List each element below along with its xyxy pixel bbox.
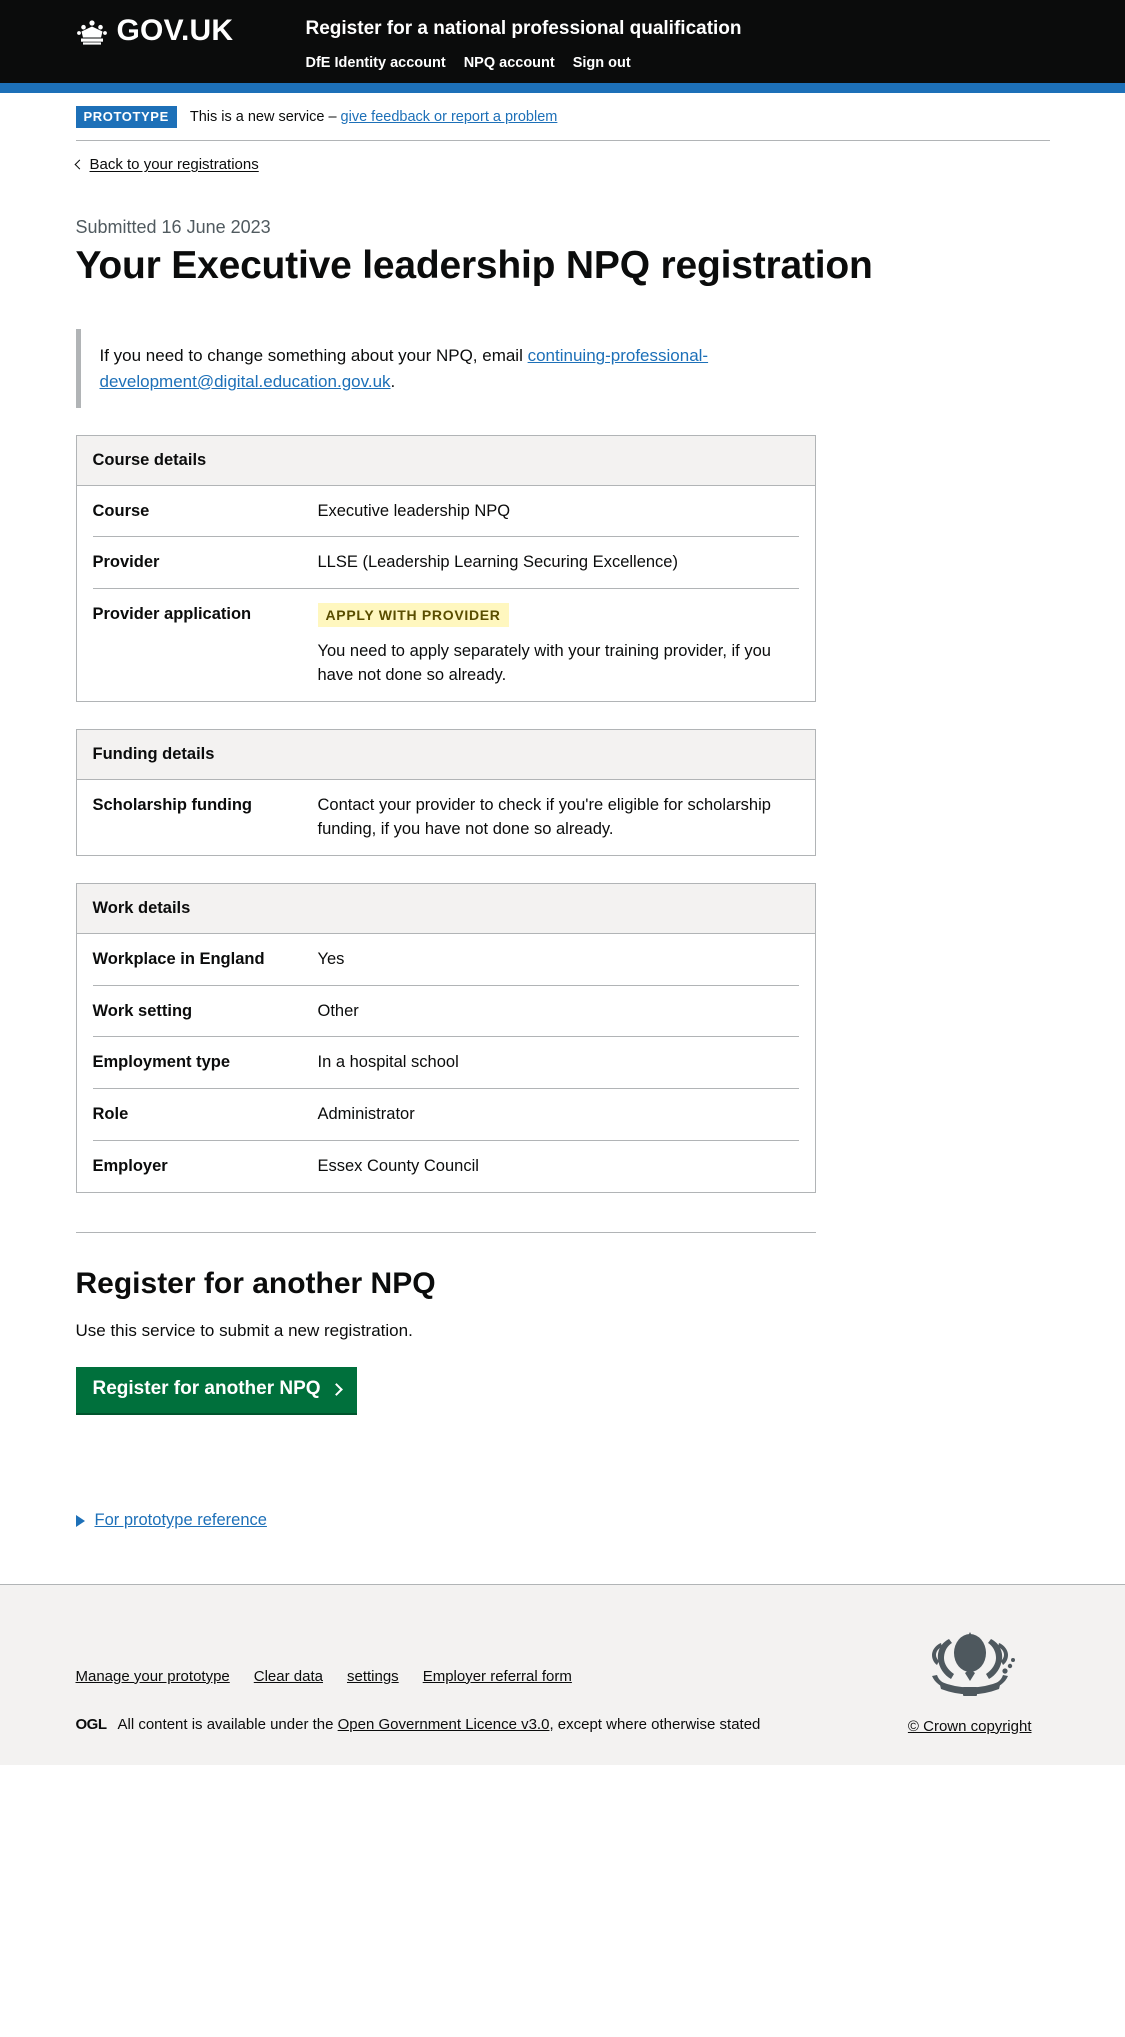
table-row: Employment type In a hospital school (92, 1037, 799, 1090)
register-another-npq-button-label: Register for another NPQ (92, 1378, 321, 1400)
table-row: Course Executive leadership NPQ (92, 486, 799, 538)
open-government-licence-link[interactable]: Open Government Licence v3.0 (338, 1716, 550, 1733)
crown-icon (76, 19, 108, 45)
phase-banner: PROTOTYPE This is a new service – give f… (75, 93, 1050, 142)
chevron-left-icon (74, 159, 84, 170)
crown-copyright-link[interactable]: © Crown copyright (908, 1718, 1032, 1735)
row-key: Course (92, 501, 150, 520)
table-row: Scholarship funding Contact your provide… (93, 780, 799, 855)
phase-banner-text: This is a new service – give feedback or… (190, 108, 558, 127)
govuk-footer: Manage your prototype Clear data setting… (0, 1583, 1125, 1765)
licence-text-after: , except where otherwise stated (549, 1715, 761, 1733)
prototype-reference-summary[interactable]: For prototype reference (75, 1511, 267, 1530)
summary-card-header: Work details (76, 883, 815, 934)
summary-card-header: Course details (76, 435, 815, 486)
footer-link-settings[interactable]: settings (347, 1668, 399, 1685)
nav-item-dfe-identity-account[interactable]: DfE Identity account (306, 55, 446, 71)
summary-list: Course Executive leadership NPQ Provider… (77, 486, 815, 702)
row-key: Provider application (92, 605, 252, 624)
summary-list: Workplace in England Yes Work setting Ot… (77, 934, 815, 1193)
register-another-npq-section: Register for another NPQ Use this servic… (75, 1233, 1050, 1416)
row-value: Yes (317, 949, 345, 968)
row-value: Administrator (317, 1105, 415, 1124)
govuk-header: GOV.UK Register for a national professio… (0, 0, 1125, 93)
ogl-licence-line: OGL All content is available under the O… (76, 1714, 908, 1735)
inset-text-paragraph: If you need to change something about yo… (100, 343, 816, 393)
row-key: Employment type (92, 1053, 231, 1072)
summary-list: Scholarship funding Contact your provide… (77, 780, 815, 855)
back-link-label: Back to your registrations (89, 156, 259, 174)
footer-links: Manage your prototype Clear data setting… (76, 1668, 908, 1685)
royal-coat-of-arms-icon (919, 1631, 1021, 1711)
row-value: Other (317, 1001, 359, 1020)
govuk-logo-text[interactable]: GOV.UK (117, 16, 234, 47)
table-row: Provider application APPLY WITH PROVIDER… (93, 589, 799, 701)
header-navigation: DfE Identity account NPQ account Sign ou… (306, 55, 1050, 71)
service-name-link[interactable]: Register for a national professional qua… (306, 18, 742, 41)
row-key: Employer (92, 1157, 168, 1176)
page-caption: Submitted 16 June 2023 (75, 217, 271, 238)
page-heading-block: Submitted 16 June 2023 Your Executive le… (76, 173, 1050, 287)
chevron-right-icon (329, 1383, 343, 1397)
row-key: Role (92, 1105, 129, 1124)
page-title: Your Executive leadership NPQ registrati… (75, 243, 873, 287)
table-row: Role Administrator (92, 1089, 799, 1142)
row-value-text: You need to apply separately with your t… (317, 642, 771, 685)
back-link[interactable]: Back to your registrations (74, 156, 259, 174)
feedback-link[interactable]: give feedback or report a problem (341, 109, 558, 125)
summary-card-funding-details: Funding details Scholarship funding Cont… (75, 729, 816, 856)
row-key: Scholarship funding (92, 795, 253, 814)
row-value: Essex County Council (317, 1157, 479, 1176)
triangle-right-icon (75, 1514, 85, 1527)
table-row: Workplace in England Yes (92, 934, 799, 986)
nav-item-sign-out[interactable]: Sign out (573, 55, 631, 71)
row-key: Workplace in England (92, 949, 265, 968)
table-row: Work setting Other (92, 986, 799, 1038)
summary-card-course-details: Course details Course Executive leadersh… (75, 434, 816, 703)
ogl-logo-icon: OGL (75, 1715, 108, 1733)
row-value: In a hospital school (317, 1053, 459, 1072)
licence-text-before: All content is available under the (117, 1715, 338, 1733)
phase-tag: PROTOTYPE (75, 105, 177, 129)
summary-card-header: Funding details (76, 730, 815, 780)
ogl-licence-text: All content is available under the Open … (118, 1714, 761, 1735)
section-heading: Register for another NPQ (75, 1267, 436, 1301)
table-row: Employer Essex County Council (93, 1141, 799, 1192)
status-badge: APPLY WITH PROVIDER (317, 603, 509, 627)
govuk-logo[interactable]: GOV.UK (76, 14, 306, 47)
status-badge-wrap: APPLY WITH PROVIDER (317, 603, 799, 628)
footer-link-manage-your-prototype[interactable]: Manage your prototype (76, 1668, 230, 1685)
section-body-text: Use this service to submit a new registr… (75, 1320, 413, 1340)
prototype-reference-label: For prototype reference (94, 1511, 267, 1530)
row-value: LLSE (Leadership Learning Securing Excel… (317, 553, 678, 572)
footer-link-clear-data[interactable]: Clear data (254, 1668, 323, 1685)
nav-item-npq-account[interactable]: NPQ account (464, 55, 555, 71)
summary-card-title: Course details (92, 450, 207, 469)
row-value: Contact your provider to check if you're… (317, 795, 771, 838)
prototype-reference-details: For prototype reference (75, 1415, 1050, 1584)
register-another-npq-button[interactable]: Register for another NPQ (75, 1367, 357, 1416)
inset-text: If you need to change something about yo… (75, 329, 816, 408)
row-key: Work setting (92, 1001, 193, 1020)
row-value: APPLY WITH PROVIDER You need to apply se… (317, 603, 799, 688)
inset-text-after: . (390, 371, 396, 391)
phase-banner-message: This is a new service – (189, 108, 337, 125)
summary-card-title: Funding details (92, 745, 215, 764)
summary-card-work-details: Work details Workplace in England Yes Wo… (75, 882, 816, 1194)
row-key: Provider (92, 553, 160, 572)
inset-text-before: If you need to change something about yo… (99, 346, 528, 366)
row-value: Executive leadership NPQ (317, 501, 511, 520)
table-row: Provider LLSE (Leadership Learning Secur… (92, 537, 799, 590)
summary-card-title: Work details (92, 898, 191, 917)
footer-link-employer-referral-form[interactable]: Employer referral form (423, 1668, 572, 1685)
